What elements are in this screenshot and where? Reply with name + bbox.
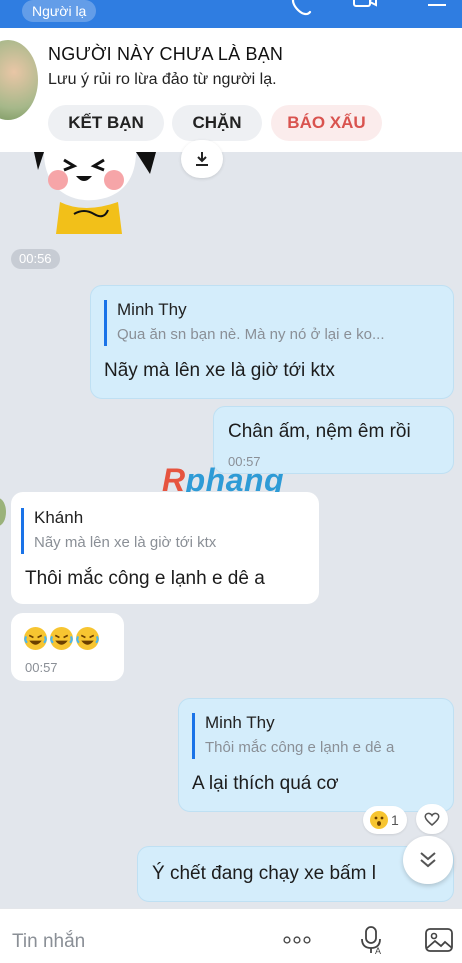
image-picker-icon[interactable] (424, 925, 454, 955)
message-bubble-outgoing[interactable]: Minh Thy Thôi mắc công e lạnh e dê a A l… (178, 698, 454, 812)
rofl-emoji-icon (75, 626, 100, 651)
message-bubble-incoming[interactable]: 00:57 (11, 613, 124, 681)
emoji-message (23, 626, 101, 656)
message-bubble-outgoing[interactable]: Minh Thy Qua ăn sn bạn nè. Mà ny nó ở lạ… (90, 285, 454, 399)
banner-title: NGƯỜI NÀY CHƯA LÀ BẠN (48, 44, 284, 64)
hushed-emoji-icon (369, 810, 389, 830)
message-bubble-incoming[interactable]: Khánh Nãy mà lên xe là giờ tới ktx Thôi … (11, 492, 319, 604)
stranger-badge: Người lạ (22, 0, 97, 22)
message-text: Chân ấm, nệm êm rồi (228, 421, 411, 442)
quoted-message[interactable]: Minh Thy Thôi mắc công e lạnh e dê a (192, 713, 394, 759)
quote-author: Khánh (34, 508, 84, 527)
quote-text: Thôi mắc công e lạnh e dê a (205, 739, 395, 756)
svg-text:A: A (375, 946, 381, 955)
rofl-emoji-icon (49, 626, 74, 651)
quote-text: Nãy mà lên xe là giờ tới ktx (34, 534, 217, 551)
message-text: A lại thích quá cơ (192, 773, 339, 794)
contact-avatar[interactable] (0, 40, 38, 120)
phone-call-icon[interactable] (288, 0, 314, 16)
sender-avatar[interactable] (0, 498, 6, 526)
heart-icon (424, 812, 440, 826)
add-friend-button[interactable]: KẾT BẠN (48, 105, 164, 141)
reaction-summary[interactable]: 1 (363, 806, 407, 834)
react-button[interactable] (416, 804, 448, 834)
banner-note: Lưu ý rủi ro lừa đảo từ người lạ. (48, 71, 277, 88)
reaction-count: 1 (391, 812, 399, 828)
quote-author: Minh Thy (117, 300, 187, 319)
quoted-message[interactable]: Minh Thy Qua ăn sn bạn nè. Mà ny nó ở lạ… (104, 300, 385, 346)
download-icon (196, 152, 208, 166)
report-button[interactable]: BÁO XẤU (271, 105, 382, 141)
chat-header: Người lạ (0, 0, 462, 28)
stranger-warning-banner: NGƯỜI NÀY CHƯA LÀ BẠN Lưu ý rủi ro lừa đ… (0, 28, 462, 152)
voice-message-icon[interactable]: A (357, 925, 387, 956)
more-options-icon[interactable] (282, 925, 312, 955)
menu-icon[interactable] (424, 0, 450, 16)
quoted-message[interactable]: Khánh Nãy mà lên xe là giờ tới ktx (21, 508, 216, 554)
message-text: Nãy mà lên xe là giờ tới ktx (104, 360, 335, 381)
message-text: Ý chết đang chạy xe bấm l (152, 863, 376, 884)
message-time: 00:57 (25, 660, 58, 675)
message-input[interactable]: Tin nhắn (12, 931, 85, 953)
message-text: Thôi mắc công e lạnh e dê a (25, 568, 265, 589)
quote-author: Minh Thy (205, 713, 275, 732)
message-time-chip: 00:56 (11, 249, 60, 269)
block-button[interactable]: CHẶN (172, 105, 262, 141)
double-chevron-down-icon (420, 852, 436, 868)
download-button[interactable] (181, 140, 223, 178)
scroll-to-bottom-button[interactable] (403, 836, 453, 884)
rofl-emoji-icon (23, 626, 48, 651)
quote-text: Qua ăn sn bạn nè. Mà ny nó ở lại e ko... (117, 326, 385, 343)
video-call-icon[interactable] (352, 0, 378, 16)
sticker-image[interactable] (24, 152, 164, 234)
message-input-bar: Tin nhắn A (0, 908, 462, 963)
